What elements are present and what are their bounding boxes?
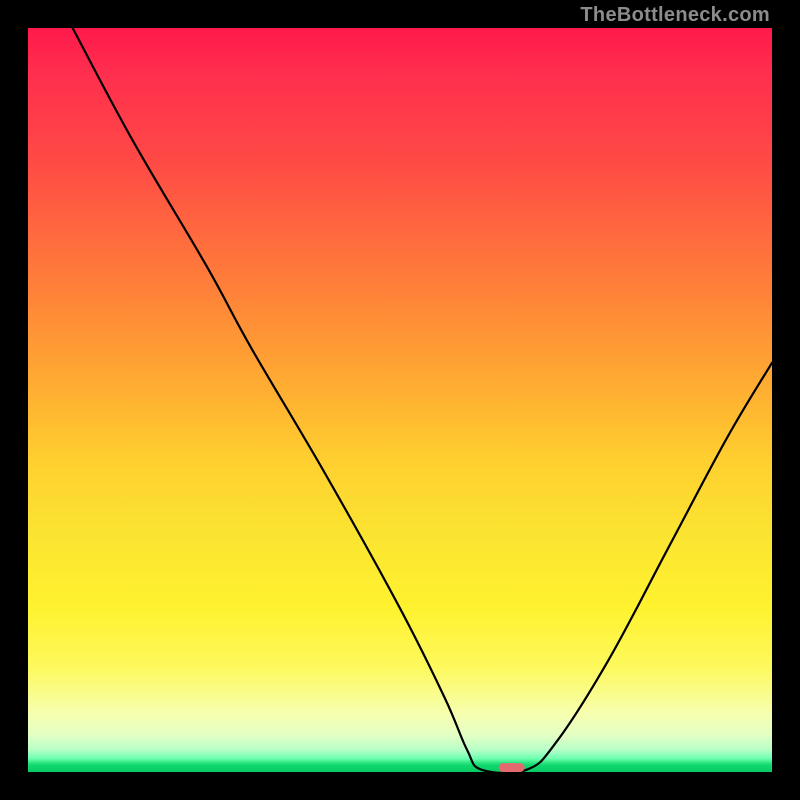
chart-frame: TheBottleneck.com <box>0 0 800 800</box>
optimal-point-marker <box>499 763 525 772</box>
attribution-text: TheBottleneck.com <box>580 4 770 27</box>
curve-overlay <box>28 28 772 772</box>
bottleneck-curve <box>73 28 772 772</box>
plot-area <box>28 28 772 772</box>
